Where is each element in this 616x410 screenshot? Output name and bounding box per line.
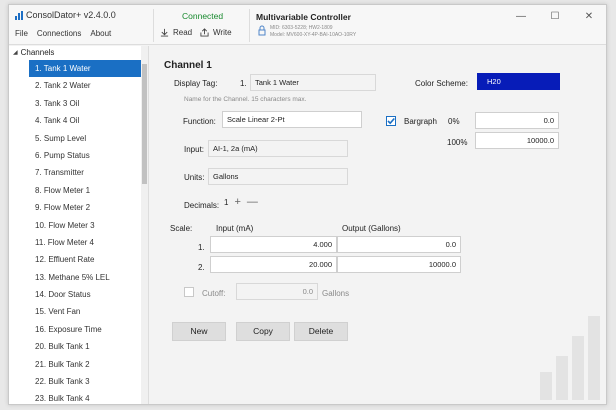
sidebar-item[interactable]: 4. Tank 4 Oil [9,112,148,129]
sidebar-item[interactable]: 12. Effluent Rate [9,251,148,268]
connection-panel: Connected Read Write [153,9,247,42]
color-scheme-label: Color Scheme: [415,79,468,88]
new-button[interactable]: New [172,322,226,341]
increment-plus-icon[interactable]: + [234,196,240,208]
sidebar-item[interactable]: 21. Bulk Tank 2 [9,356,148,373]
sidebar-item-active[interactable]: 1. Tank 1 Water [29,60,148,78]
bargraph-watermark-icon [540,316,600,400]
function-select[interactable]: Scale Linear 2-Pt [222,111,362,128]
scale-label: Scale: [170,224,193,233]
decrement-minus-icon[interactable]: — [247,196,258,208]
channel-title: Channel 1 [164,60,212,71]
bargraph-high-input[interactable]: 10000.0 [475,132,559,149]
display-tag-input[interactable]: Tank 1 Water [250,74,376,91]
bargraph-low-percent: 0% [448,117,460,126]
display-tag-label: Display Tag: [174,79,218,88]
checkmark-icon [387,117,395,125]
scale-row-index: 2. [198,263,205,272]
sidebar-item[interactable]: 7. Transmitter [9,164,148,181]
cutoff-checkbox[interactable] [184,287,194,297]
sidebar-item[interactable]: 14. Door Status [9,286,148,303]
lock-icon [258,25,266,36]
cutoff-input[interactable]: 0.0 [236,283,318,300]
download-icon [160,28,169,37]
menu-file[interactable]: File [15,29,28,38]
sidebar-scrollbar[interactable] [141,46,148,404]
device-model-text: Model: MV600-XY-4P-BAI-10AO-10RY [270,32,357,38]
scale-output-field[interactable]: 0.0 [337,236,461,253]
app-title-text: ConsolDator+ v2.4.0.0 [26,10,116,20]
sidebar-scroll-thumb[interactable] [142,64,147,184]
decimals-label: Decimals: [184,201,220,210]
cutoff-label: Cutoff: [202,289,226,298]
channel-editor: Channel 1 Display Tag: 1. Tank 1 Water N… [150,46,606,404]
header-bar: ConsolDator+ v2.4.0.0 File Connections A… [9,5,606,45]
sidebar-item[interactable]: 20. Bulk Tank 1 [9,338,148,355]
copy-button[interactable]: Copy [236,322,290,341]
sidebar-item[interactable]: 13. Methane 5% LEL [9,269,148,286]
channel-list: 1. Tank 1 Water 2. Tank 2 Water 3. Tank 3 … [9,60,148,404]
decimals-value: 1 [224,197,229,207]
menu-bar: File Connections About [15,29,111,38]
write-label: Write [213,28,232,37]
menu-about[interactable]: About [90,29,111,38]
sidebar-item[interactable]: 2. Tank 2 Water [9,77,148,94]
app-window: ConsolDator+ v2.4.0.0 File Connections A… [8,4,607,405]
sidebar-item[interactable]: 8. Flow Meter 1 [9,182,148,199]
window-controls: — ☐ ✕ [504,5,606,27]
bargraph-checkbox[interactable] [386,116,396,126]
units-label: Units: [184,173,205,182]
color-scheme-select[interactable]: H20 [477,73,560,90]
minimize-button[interactable]: — [504,5,538,27]
cutoff-units: Gallons [322,289,350,298]
scale-output-field[interactable]: 10000.0 [337,256,461,273]
delete-button[interactable]: Delete [294,322,348,341]
sidebar-item[interactable]: 9. Flow Meter 2 [9,199,148,216]
connection-status: Connected [182,11,224,21]
scale-input-field[interactable]: 20.000 [210,256,337,273]
maximize-button[interactable]: ☐ [538,5,572,27]
sidebar-item[interactable]: 15. Vent Fan [9,303,148,320]
bargraph-high-percent: 100% [447,138,468,147]
device-id-text: MID: 6303-5228; HW2-1809 [270,25,333,31]
sidebar-item[interactable]: 3. Tank 3 Oil [9,95,148,112]
device-title: Multivariable Controller [256,12,351,22]
scale-input-field[interactable]: 4.000 [210,236,337,253]
collapse-triangle-icon[interactable]: ◢ [13,46,18,60]
read-button[interactable]: Read [160,28,192,37]
menu-connections[interactable]: Connections [37,29,81,38]
channels-group-label: Channels [20,48,55,57]
write-button[interactable]: Write [200,28,232,37]
sidebar-item[interactable]: 23. Bulk Tank 4 [9,390,148,404]
sidebar-item[interactable]: 6. Pump Status [9,147,148,164]
display-tag-number: 1. [240,79,247,88]
sidebar-item[interactable]: 11. Flow Meter 4 [9,234,148,251]
decimals-stepper[interactable]: 1 + — [224,196,258,208]
input-label: Input: [184,145,205,154]
read-label: Read [173,28,193,37]
display-tag-hint: Name for the Channel. 15 characters max. [184,96,307,103]
channel-sidebar: ◢ Channels 1. Tank 1 Water 2. Tank 2 Wate… [9,46,149,404]
function-label: Function: [183,117,216,126]
input-select[interactable]: AI-1, 2a (mA) [208,140,348,157]
sidebar-item[interactable]: 16. Exposure Time [9,321,148,338]
sidebar-item[interactable]: 10. Flow Meter 3 [9,217,148,234]
bargraph-label: Bargraph [404,117,437,126]
close-button[interactable]: ✕ [572,5,606,27]
scale-row-index: 1. [198,243,205,252]
app-title: ConsolDator+ v2.4.0.0 [15,10,116,20]
scale-output-header: Output (Gallons) [342,224,401,233]
device-panel: Multivariable Controller MID: 6303-5228;… [249,9,449,42]
upload-icon [200,28,209,37]
sidebar-item[interactable]: 22. Bulk Tank 3 [9,373,148,390]
app-logo-icon [15,10,23,20]
channels-group-header[interactable]: ◢ Channels [9,46,148,60]
units-input[interactable]: Gallons [208,168,348,185]
sidebar-item[interactable]: 5. Sump Level [9,130,148,147]
bargraph-low-input[interactable]: 0.0 [475,112,559,129]
scale-input-header: Input (mA) [216,224,254,233]
